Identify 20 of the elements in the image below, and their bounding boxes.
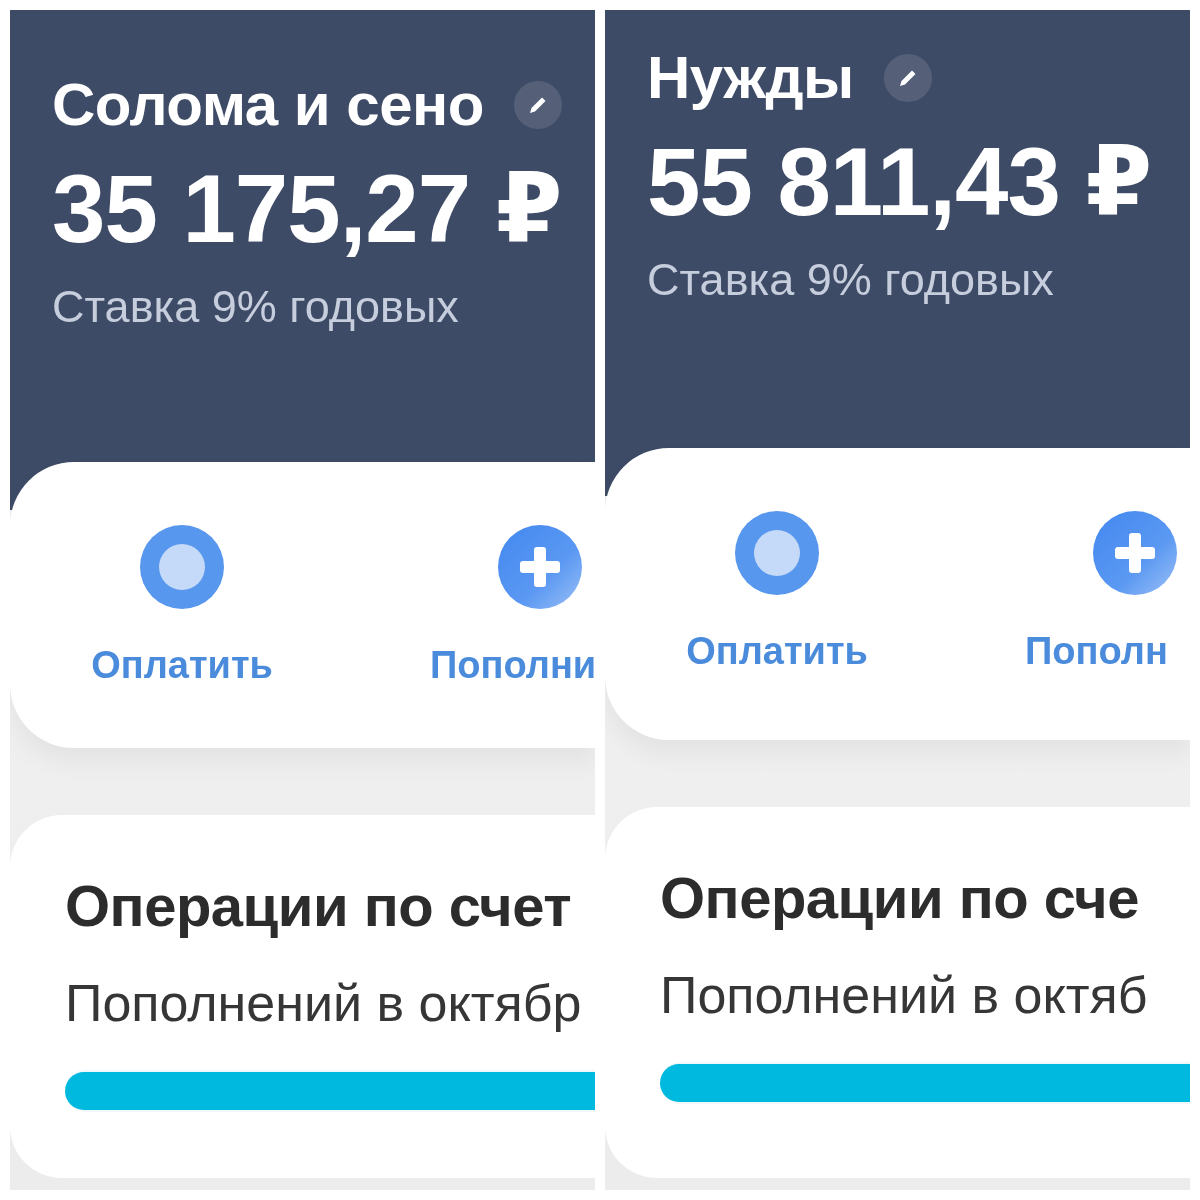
operations-title: Операции по счет — [65, 873, 573, 939]
account-balance: 55 811,43 ₽ — [647, 132, 1153, 232]
circle-dot-icon[interactable] — [735, 511, 819, 595]
plus-icon[interactable] — [1093, 511, 1177, 595]
circle-dot-icon[interactable] — [140, 525, 224, 609]
interest-rate: Ставка 9% годовых — [647, 254, 1055, 306]
account-balance: 35 175,27 ₽ — [52, 159, 563, 259]
deposits-caption: Пополнений в октябр — [65, 973, 583, 1033]
action-label[interactable]: Оплатить — [686, 629, 868, 673]
interest-rate: Ставка 9% годовых — [52, 281, 460, 333]
operations-title: Операции по сче — [660, 865, 1140, 931]
edit-button[interactable] — [514, 81, 562, 129]
edit-button[interactable] — [883, 54, 932, 102]
deposits-caption: Пополнений в октяб — [660, 965, 1149, 1025]
account-title: Солома и сено — [52, 73, 484, 137]
action-label[interactable]: Пополни — [430, 643, 595, 687]
action-label[interactable]: Пополн — [1025, 629, 1168, 673]
plus-icon[interactable] — [498, 525, 582, 609]
action-label[interactable]: Оплатить — [91, 643, 273, 687]
account-title: Нужды — [647, 46, 854, 110]
